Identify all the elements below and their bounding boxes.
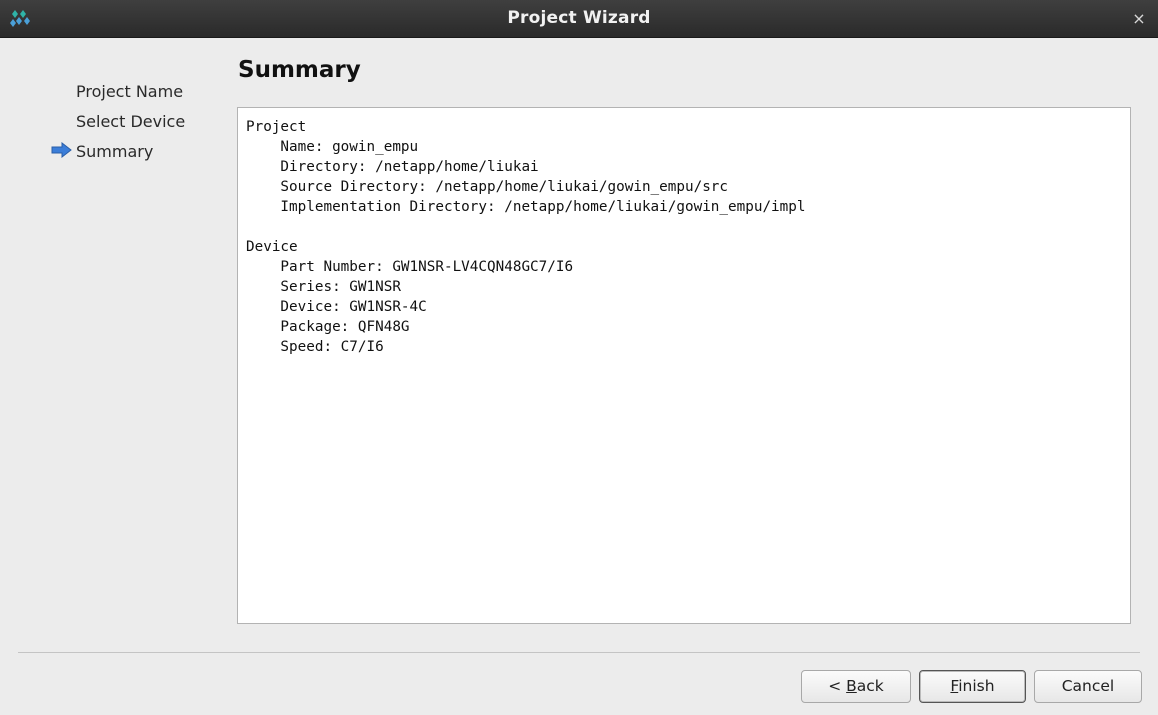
window-title: Project Wizard [507, 8, 651, 28]
finish-button[interactable]: Finish [919, 670, 1026, 703]
summary-text-area[interactable]: Project Name: gowin_empu Directory: /net… [237, 107, 1131, 624]
summary-line: Package: QFN48G [246, 319, 410, 335]
title-bar: Project Wizard × [0, 0, 1158, 38]
arrow-right-icon [51, 142, 72, 158]
summary-line: Series: GW1NSR [246, 279, 401, 295]
summary-line: Directory: /netapp/home/liukai [246, 159, 539, 175]
summary-line: Device: GW1NSR-4C [246, 299, 427, 315]
back-button-label: ack [856, 677, 884, 695]
summary-line: Part Number: GW1NSR-LV4CQN48GC7/I6 [246, 259, 574, 275]
cancel-button[interactable]: Cancel [1034, 670, 1142, 703]
summary-line: Speed: C7/I6 [246, 339, 384, 355]
page-title: Summary [238, 57, 361, 83]
summary-line: Source Directory: /netapp/home/liukai/go… [246, 179, 729, 195]
summary-line: Implementation Directory: /netapp/home/l… [246, 199, 806, 215]
summary-line: ​ [246, 217, 1122, 237]
back-button[interactable]: < Back [801, 670, 911, 703]
back-button-prefix: < [828, 677, 847, 695]
nav-item-summary: Summary [76, 142, 154, 161]
close-icon[interactable]: × [1130, 10, 1148, 28]
nav-item-select-device: Select Device [76, 112, 186, 131]
finish-button-label: inish [958, 677, 995, 695]
cancel-button-label: Cancel [1061, 677, 1115, 695]
summary-line: Name: gowin_empu [246, 139, 419, 155]
footer-divider [18, 652, 1140, 653]
back-button-mnemonic: B [846, 677, 857, 695]
summary-line: Device [246, 239, 298, 255]
nav-item-project-name: Project Name [76, 82, 184, 101]
summary-line: Project [246, 119, 307, 135]
